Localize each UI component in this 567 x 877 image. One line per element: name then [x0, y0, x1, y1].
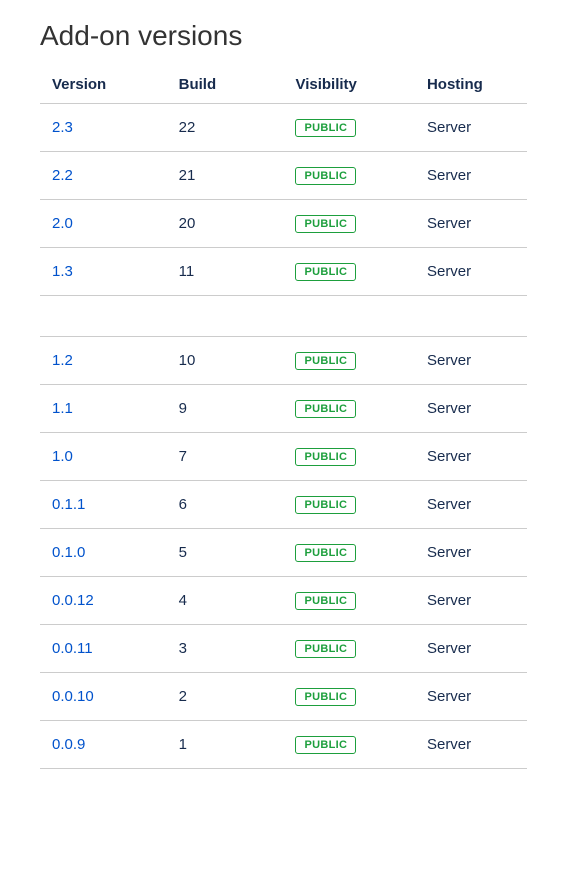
- page-title: Add-on versions: [40, 20, 527, 52]
- build-cell: 5: [167, 528, 284, 576]
- header-version: Version: [40, 68, 167, 104]
- version-link[interactable]: 1.1: [52, 400, 73, 417]
- build-cell: 4: [167, 576, 284, 624]
- table-row: 2.3 22 PUBLIC Server: [40, 104, 527, 152]
- hosting-cell: Server: [415, 200, 527, 248]
- visibility-badge: PUBLIC: [295, 736, 356, 754]
- table-row: 1.2 10 PUBLIC Server: [40, 336, 527, 384]
- visibility-badge: PUBLIC: [295, 496, 356, 514]
- version-link[interactable]: 0.0.10: [52, 688, 94, 705]
- visibility-badge: PUBLIC: [295, 400, 356, 418]
- version-link[interactable]: 0.1.1: [52, 496, 85, 513]
- hosting-cell: Server: [415, 480, 527, 528]
- table-row: 0.0.10 2 PUBLIC Server: [40, 672, 527, 720]
- table-header-row: Version Build Visibility Hosting: [40, 68, 527, 104]
- visibility-badge: PUBLIC: [295, 119, 356, 137]
- hosting-cell: Server: [415, 152, 527, 200]
- table-row: 1.0 7 PUBLIC Server: [40, 432, 527, 480]
- build-cell: 3: [167, 624, 284, 672]
- hosting-cell: Server: [415, 720, 527, 768]
- visibility-badge: PUBLIC: [295, 592, 356, 610]
- header-hosting: Hosting: [415, 68, 527, 104]
- version-link[interactable]: 1.0: [52, 448, 73, 465]
- version-link[interactable]: 2.0: [52, 215, 73, 232]
- build-cell: 22: [167, 104, 284, 152]
- version-link[interactable]: 0.0.11: [52, 640, 93, 657]
- hosting-cell: Server: [415, 248, 527, 296]
- build-cell: 6: [167, 480, 284, 528]
- version-link[interactable]: 2.2: [52, 167, 73, 184]
- table-row: 0.0.9 1 PUBLIC Server: [40, 720, 527, 768]
- versions-table: Version Build Visibility Hosting 2.3 22 PU…: [40, 68, 527, 769]
- hosting-cell: Server: [415, 432, 527, 480]
- version-link[interactable]: 1.2: [52, 352, 73, 369]
- table-row: 1.1 9 PUBLIC Server: [40, 384, 527, 432]
- hosting-cell: Server: [415, 672, 527, 720]
- hosting-cell: Server: [415, 384, 527, 432]
- hosting-cell: Server: [415, 336, 527, 384]
- hosting-cell: Server: [415, 528, 527, 576]
- build-cell: 20: [167, 200, 284, 248]
- table-row: 0.0.12 4 PUBLIC Server: [40, 576, 527, 624]
- hosting-cell: Server: [415, 576, 527, 624]
- build-cell: 11: [167, 248, 284, 296]
- visibility-badge: PUBLIC: [295, 263, 356, 281]
- hosting-cell: Server: [415, 624, 527, 672]
- table-row: 2.0 20 PUBLIC Server: [40, 200, 527, 248]
- visibility-badge: PUBLIC: [295, 215, 356, 233]
- header-build: Build: [167, 68, 284, 104]
- group-gap: [40, 296, 527, 336]
- table-row: 0.1.0 5 PUBLIC Server: [40, 528, 527, 576]
- visibility-badge: PUBLIC: [295, 640, 356, 658]
- version-link[interactable]: 0.1.0: [52, 544, 85, 561]
- visibility-badge: PUBLIC: [295, 688, 356, 706]
- version-link[interactable]: 2.3: [52, 119, 73, 136]
- version-link[interactable]: 0.0.9: [52, 736, 85, 753]
- build-cell: 2: [167, 672, 284, 720]
- build-cell: 7: [167, 432, 284, 480]
- build-cell: 10: [167, 336, 284, 384]
- table-row: 0.0.11 3 PUBLIC Server: [40, 624, 527, 672]
- build-cell: 1: [167, 720, 284, 768]
- build-cell: 21: [167, 152, 284, 200]
- table-row: 1.3 11 PUBLIC Server: [40, 248, 527, 296]
- visibility-badge: PUBLIC: [295, 352, 356, 370]
- version-link[interactable]: 0.0.12: [52, 592, 94, 609]
- header-visibility: Visibility: [283, 68, 414, 104]
- build-cell: 9: [167, 384, 284, 432]
- version-link[interactable]: 1.3: [52, 263, 73, 280]
- table-row: 0.1.1 6 PUBLIC Server: [40, 480, 527, 528]
- hosting-cell: Server: [415, 104, 527, 152]
- visibility-badge: PUBLIC: [295, 544, 356, 562]
- table-row: 2.2 21 PUBLIC Server: [40, 152, 527, 200]
- visibility-badge: PUBLIC: [295, 448, 356, 466]
- visibility-badge: PUBLIC: [295, 167, 356, 185]
